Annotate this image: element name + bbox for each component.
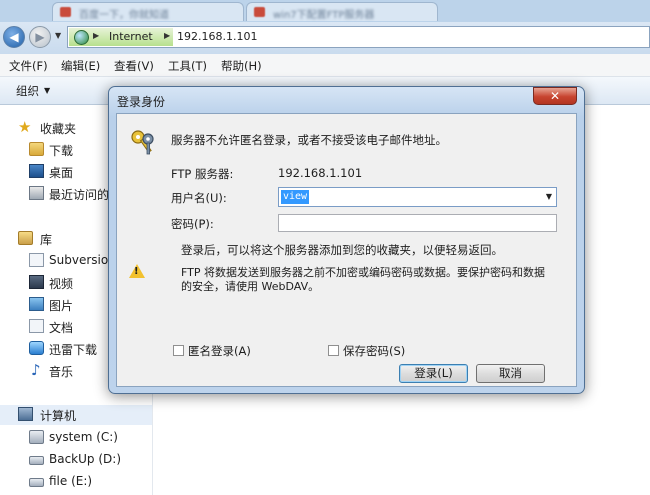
sidebar-item-label: BackUp (D:) — [49, 452, 121, 466]
chevron-right-icon[interactable]: ▶ — [164, 31, 170, 40]
ftp-server-label: FTP 服务器: — [171, 167, 234, 181]
address-bar-row: ◀ ▶ ▼ ▶ Internet ▶ 192.168.1.101 — [0, 22, 650, 54]
tab-favicon-icon — [60, 7, 71, 17]
menu-file[interactable]: 文件(F) — [9, 58, 48, 74]
sidebar-item-label: 下载 — [49, 144, 74, 158]
login-dialog: 登录身份 ✕ 服务器不允许匿名登录，或者不接受该电子邮件地址。 FTP 服务器:… — [108, 86, 585, 394]
password-label: 密码(P): — [171, 217, 214, 231]
downloads-folder-icon — [29, 142, 44, 156]
sidebar-item-label: 视频 — [49, 277, 74, 291]
computer-icon — [18, 407, 33, 421]
menu-view[interactable]: 查看(V) — [114, 58, 154, 74]
sidebar-item-drive-e[interactable]: file (E:) — [0, 472, 152, 492]
pictures-icon — [29, 297, 44, 311]
sidebar-item-drive-d[interactable]: BackUp (D:) — [0, 450, 152, 470]
recent-pages-dropdown-icon[interactable]: ▼ — [55, 31, 61, 40]
warning-text-line2: 的安全，请使用 WebDAV。 — [181, 280, 320, 293]
thunder-download-icon — [29, 341, 44, 355]
anonymous-login-label[interactable]: 匿名登录(A) — [188, 343, 251, 359]
address-field[interactable]: ▶ Internet ▶ 192.168.1.101 — [67, 26, 650, 48]
tab-favicon-icon — [254, 7, 265, 17]
sidebar-item-label: 库 — [40, 233, 53, 247]
sidebar-item-label: 最近访问的 — [49, 188, 110, 202]
arrow-left-icon: ◀ — [9, 30, 19, 44]
sidebar-item-label: 图片 — [49, 299, 74, 313]
browser-tab-1[interactable]: 百度一下，你就知道 — [52, 2, 244, 21]
menu-help[interactable]: 帮助(H) — [221, 58, 262, 74]
cancel-button[interactable]: 取消 — [476, 364, 545, 383]
globe-icon — [74, 30, 89, 45]
hard-drive-icon — [29, 456, 44, 465]
menu-tools[interactable]: 工具(T) — [168, 58, 207, 74]
sidebar-item-label: file (E:) — [49, 474, 93, 488]
password-field[interactable] — [278, 214, 557, 232]
save-password-label[interactable]: 保存密码(S) — [343, 343, 405, 359]
menu-edit[interactable]: 编辑(E) — [61, 58, 100, 74]
login-error-message: 服务器不允许匿名登录，或者不接受该电子邮件地址。 — [171, 133, 447, 147]
login-button[interactable]: 登录(L) — [399, 364, 468, 383]
library-folder-icon — [29, 253, 44, 267]
dialog-body: 服务器不允许匿名登录，或者不接受该电子邮件地址。 FTP 服务器: 192.16… — [116, 113, 577, 387]
menu-bar: 文件(F) 编辑(E) 查看(V) 工具(T) 帮助(H) — [0, 54, 650, 77]
sidebar-item-label: 音乐 — [49, 365, 74, 379]
close-icon: ✕ — [549, 89, 561, 103]
chevron-down-icon[interactable]: ▼ — [546, 192, 552, 201]
organize-button[interactable]: 组织 — [16, 83, 39, 99]
anonymous-login-checkbox[interactable] — [173, 345, 184, 356]
documents-icon — [29, 319, 44, 333]
address-host[interactable]: 192.168.1.101 — [177, 30, 257, 43]
videos-icon — [29, 275, 44, 289]
favorites-note: 登录后，可以将这个服务器添加到您的收藏夹，以便轻易返回。 — [181, 243, 503, 257]
dialog-title: 登录身份 — [117, 95, 166, 109]
close-button[interactable]: ✕ — [533, 87, 577, 105]
sidebar-item-label: 计算机 — [40, 409, 77, 423]
desktop-icon — [29, 164, 44, 178]
chevron-right-icon: ▶ — [93, 31, 100, 40]
sidebar-item-label: 桌面 — [49, 166, 74, 180]
ftp-server-value: 192.168.1.101 — [278, 166, 363, 180]
address-crumb-label: Internet — [109, 30, 153, 43]
back-button[interactable]: ◀ — [3, 26, 25, 48]
warning-exclamation: ! — [134, 266, 139, 277]
username-combobox[interactable]: view ▼ — [278, 187, 557, 207]
star-icon: ★ — [18, 118, 32, 136]
sidebar-item-computer[interactable]: 计算机 — [0, 405, 152, 425]
username-label: 用户名(U): — [171, 191, 227, 205]
sidebar-item-label: 文档 — [49, 321, 74, 335]
save-password-checkbox[interactable] — [328, 345, 339, 356]
browser-tab-2[interactable]: win7下配置FTP服务器 — [246, 2, 438, 21]
sidebar-item-label: system (C:) — [49, 430, 118, 444]
sidebar-item-label: 收藏夹 — [40, 122, 77, 136]
music-note-icon: ♪ — [31, 361, 41, 379]
tab-title: 百度一下，你就知道 — [79, 10, 169, 21]
forward-button[interactable]: ▶ — [29, 26, 51, 48]
sidebar-item-label: Subversion — [49, 253, 116, 267]
address-crumb-internet[interactable]: ▶ Internet ▶ — [69, 28, 173, 46]
sidebar-item-drive-c[interactable]: system (C:) — [0, 428, 152, 448]
sidebar-item-label: 迅雷下载 — [49, 343, 98, 357]
username-value[interactable]: view — [281, 190, 310, 204]
key-icon — [131, 130, 154, 155]
libraries-icon — [18, 231, 33, 245]
recent-places-icon — [29, 186, 44, 200]
window-titlebar: 百度一下，你就知道 win7下配置FTP服务器 — [0, 0, 650, 22]
chevron-down-icon: ▼ — [44, 86, 51, 95]
system-drive-icon — [29, 430, 44, 444]
tab-title: win7下配置FTP服务器 — [273, 10, 375, 21]
hard-drive-icon — [29, 478, 44, 487]
arrow-right-icon: ▶ — [35, 30, 45, 44]
